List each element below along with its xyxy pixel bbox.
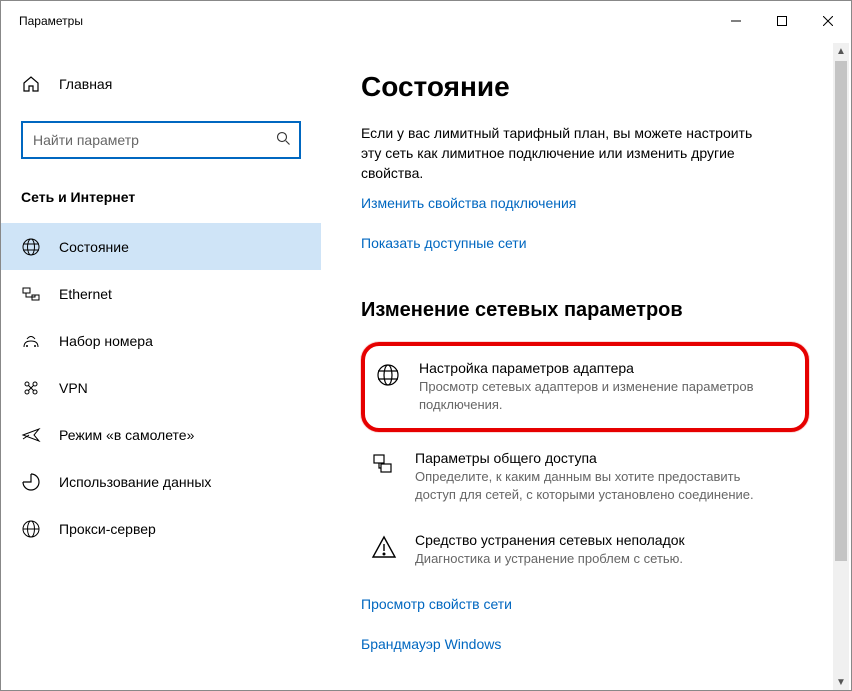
content-pane: Состояние Если у вас лимитный тарифный п… <box>321 41 851 690</box>
action-title: Параметры общего доступа <box>415 450 765 466</box>
vpn-icon <box>21 378 41 398</box>
action-description: Определите, к каким данным вы хотите пре… <box>415 468 765 504</box>
action-description: Просмотр сетевых адаптеров и изменение п… <box>419 378 769 414</box>
close-button[interactable] <box>805 1 851 41</box>
sidebar-item-proxy[interactable]: Прокси-сервер <box>1 505 321 552</box>
sharing-icon <box>371 452 397 478</box>
sidebar-item-label: Состояние <box>59 239 129 255</box>
sidebar-item-label: Прокси-сервер <box>59 521 156 537</box>
window-controls <box>713 1 851 41</box>
window-title: Параметры <box>19 14 83 28</box>
action-sharing-options[interactable]: Параметры общего доступа Определите, к к… <box>361 436 815 518</box>
minimize-button[interactable] <box>713 1 759 41</box>
home-icon <box>21 74 41 94</box>
proxy-icon <box>21 519 41 539</box>
sidebar-item-label: Режим «в самолете» <box>59 427 194 443</box>
settings-window: Параметры Главная <box>0 0 852 691</box>
search-field[interactable] <box>31 131 276 149</box>
sidebar-home-label: Главная <box>59 76 112 92</box>
sidebar-item-datausage[interactable]: Использование данных <box>1 458 321 505</box>
action-title: Средство устранения сетевых неполадок <box>415 532 685 548</box>
link-firewall[interactable]: Брандмауэр Windows <box>361 636 501 652</box>
ethernet-icon <box>21 284 41 304</box>
titlebar: Параметры <box>1 1 851 41</box>
maximize-button[interactable] <box>759 1 805 41</box>
sidebar: Главная Сеть и Интернет Состояние Ethern… <box>1 41 321 690</box>
sidebar-item-label: Набор номера <box>59 333 153 349</box>
sidebar-item-ethernet[interactable]: Ethernet <box>1 270 321 317</box>
troubleshoot-icon <box>371 534 397 560</box>
sidebar-item-home[interactable]: Главная <box>1 59 321 109</box>
page-title: Состояние <box>361 71 815 103</box>
status-description: Если у вас лимитный тарифный план, вы мо… <box>361 123 761 183</box>
scroll-down-arrow[interactable]: ▼ <box>833 674 849 690</box>
dialup-icon <box>21 331 41 351</box>
action-description: Диагностика и устранение проблем с сетью… <box>415 550 685 568</box>
link-show-networks[interactable]: Показать доступные сети <box>361 235 527 251</box>
sidebar-item-label: VPN <box>59 380 88 396</box>
link-connection-properties[interactable]: Изменить свойства подключения <box>361 195 576 211</box>
action-troubleshoot[interactable]: Средство устранения сетевых неполадок Ди… <box>361 518 815 582</box>
action-title: Настройка параметров адаптера <box>419 360 769 376</box>
sidebar-item-airplane[interactable]: Режим «в самолете» <box>1 411 321 458</box>
airplane-icon <box>21 425 41 445</box>
link-view-network-props[interactable]: Просмотр свойств сети <box>361 596 512 612</box>
adapter-icon <box>375 362 401 388</box>
scrollbar-thumb[interactable] <box>835 61 847 561</box>
sidebar-item-label: Использование данных <box>59 474 211 490</box>
sidebar-item-vpn[interactable]: VPN <box>1 364 321 411</box>
scroll-up-arrow[interactable]: ▲ <box>833 43 849 59</box>
search-input[interactable] <box>21 121 301 159</box>
search-icon <box>276 131 291 150</box>
sidebar-item-status[interactable]: Состояние <box>1 223 321 270</box>
network-settings-subhead: Изменение сетевых параметров <box>361 299 815 322</box>
data-usage-icon <box>21 472 41 492</box>
sidebar-item-dialup[interactable]: Набор номера <box>1 317 321 364</box>
sidebar-section-label: Сеть и Интернет <box>1 179 321 223</box>
sidebar-item-label: Ethernet <box>59 286 112 302</box>
action-adapter-settings[interactable]: Настройка параметров адаптера Просмотр с… <box>361 342 809 432</box>
vertical-scrollbar[interactable]: ▲ ▼ <box>833 43 849 690</box>
globe-icon <box>21 237 41 257</box>
